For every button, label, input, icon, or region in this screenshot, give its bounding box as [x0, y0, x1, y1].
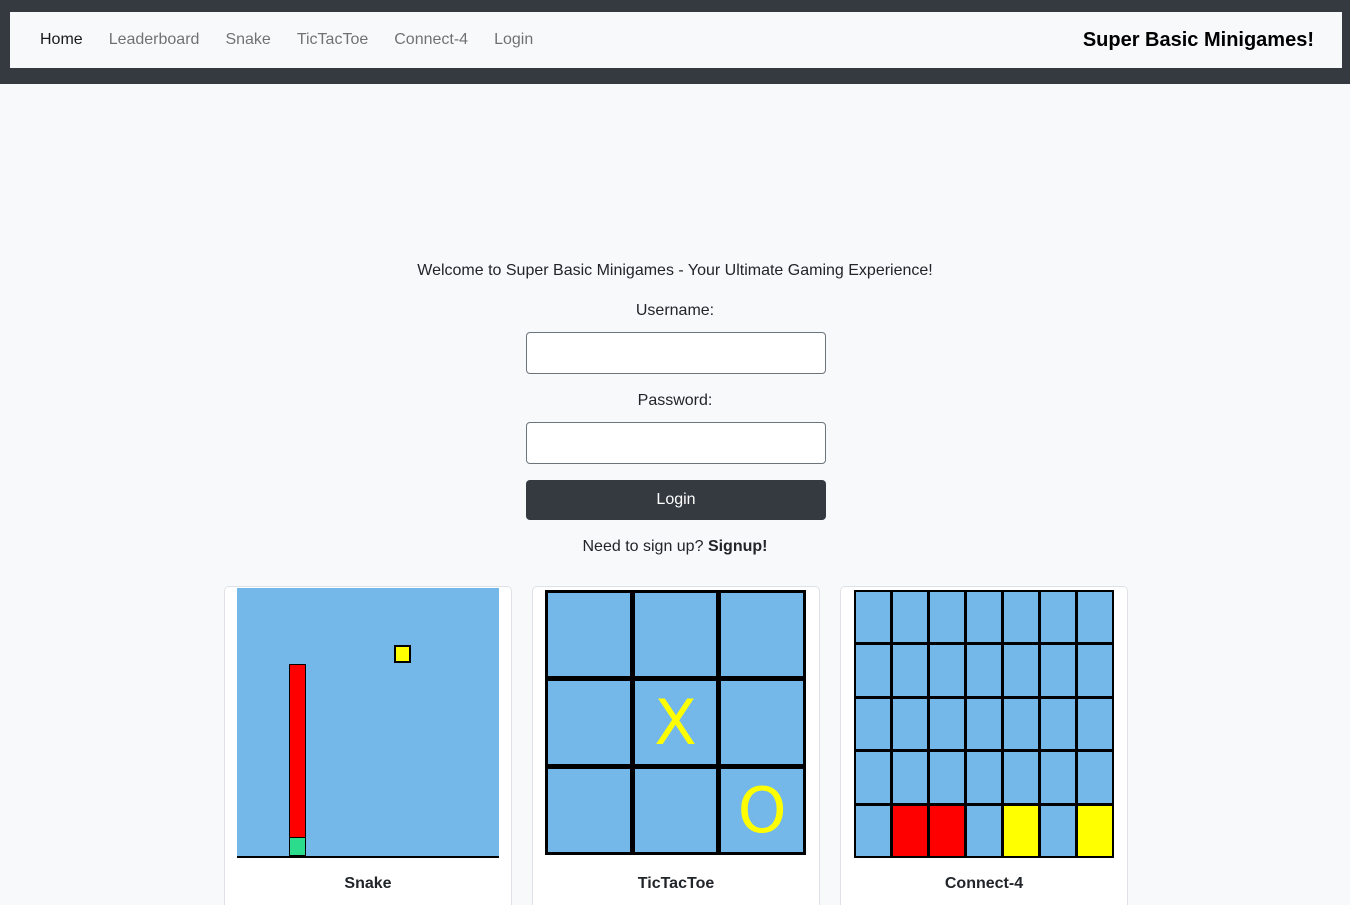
c4-cell — [1078, 698, 1112, 750]
c4-cell — [930, 592, 964, 643]
c4-cell — [1041, 592, 1075, 643]
login-button[interactable]: Login — [526, 480, 826, 520]
c4-cell — [930, 645, 964, 696]
c4-cell — [967, 592, 1001, 643]
c4-cell — [1078, 592, 1112, 643]
nav-link-login[interactable]: Login — [494, 31, 533, 49]
top-bar: Home Leaderboard Snake TicTacToe Connect… — [0, 0, 1350, 84]
ttt-cell — [634, 593, 717, 676]
ttt-cell: X — [634, 681, 717, 764]
password-input[interactable] — [526, 422, 826, 464]
nav-link-home[interactable]: Home — [40, 31, 83, 49]
snake-head — [289, 837, 306, 856]
brand-title[interactable]: Super Basic Minigames! — [1083, 12, 1314, 68]
ttt-cell — [721, 593, 803, 676]
c4-cell — [893, 645, 927, 696]
snake-card[interactable]: Snake — [224, 586, 512, 905]
c4-cell — [893, 592, 927, 643]
username-input[interactable] — [526, 332, 826, 374]
nav-link-snake[interactable]: Snake — [225, 31, 270, 49]
c4-cell — [893, 698, 927, 750]
ttt-cell — [548, 681, 630, 764]
c4-cell — [856, 805, 890, 856]
c4-cell — [967, 805, 1001, 856]
signup-link[interactable]: Signup! — [708, 538, 768, 555]
c4-cell — [967, 698, 1001, 750]
tictactoe-card[interactable]: X O TicTacToe — [532, 586, 820, 905]
welcome-text: Welcome to Super Basic Minigames - Your … — [417, 262, 933, 279]
c4-cell — [930, 752, 964, 803]
c4-cell — [1041, 805, 1075, 856]
nav-link-tictactoe[interactable]: TicTacToe — [297, 31, 368, 49]
c4-cell — [1004, 752, 1038, 803]
snake-card-title: Snake — [344, 875, 392, 892]
connect4-card[interactable]: Connect-4 — [840, 586, 1128, 905]
nav-links: Home Leaderboard Snake TicTacToe Connect… — [40, 12, 559, 68]
c4-cell — [856, 698, 890, 750]
ttt-cell — [721, 681, 803, 764]
navbar: Home Leaderboard Snake TicTacToe Connect… — [10, 12, 1342, 68]
c4-cell — [930, 698, 964, 750]
c4-piece-red — [893, 805, 927, 856]
c4-cell — [1004, 645, 1038, 696]
c4-cell — [1041, 752, 1075, 803]
c4-cell — [1078, 645, 1112, 696]
username-label: Username: — [635, 302, 715, 319]
tictactoe-board-preview: X O — [545, 590, 806, 855]
ttt-cell — [634, 769, 717, 852]
c4-piece-yellow — [1078, 805, 1112, 856]
signup-prompt: Need to sign up? Signup! — [0, 538, 1350, 556]
connect4-card-title: Connect-4 — [944, 875, 1024, 892]
tictactoe-card-title: TicTacToe — [637, 875, 715, 892]
connect4-board-preview — [854, 590, 1114, 858]
c4-cell — [856, 752, 890, 803]
c4-cell — [967, 645, 1001, 696]
nav-link-connect4[interactable]: Connect-4 — [394, 31, 468, 49]
c4-cell — [893, 752, 927, 803]
c4-cell — [856, 592, 890, 643]
c4-cell — [1041, 645, 1075, 696]
c4-cell — [1041, 698, 1075, 750]
c4-cell — [1004, 592, 1038, 643]
c4-cell — [1004, 698, 1038, 750]
c4-cell — [967, 752, 1001, 803]
ttt-cell — [548, 769, 630, 852]
snake-body — [289, 664, 306, 838]
password-label: Password: — [637, 392, 713, 409]
c4-piece-yellow — [1004, 805, 1038, 856]
c4-piece-red — [930, 805, 964, 856]
ttt-cell — [548, 593, 630, 676]
snake-food — [394, 645, 411, 663]
c4-cell — [856, 645, 890, 696]
ttt-cell: O — [721, 769, 803, 852]
signup-prompt-text: Need to sign up? — [582, 538, 704, 555]
snake-board-preview — [237, 588, 499, 858]
nav-link-leaderboard[interactable]: Leaderboard — [109, 31, 200, 49]
c4-cell — [1078, 752, 1112, 803]
